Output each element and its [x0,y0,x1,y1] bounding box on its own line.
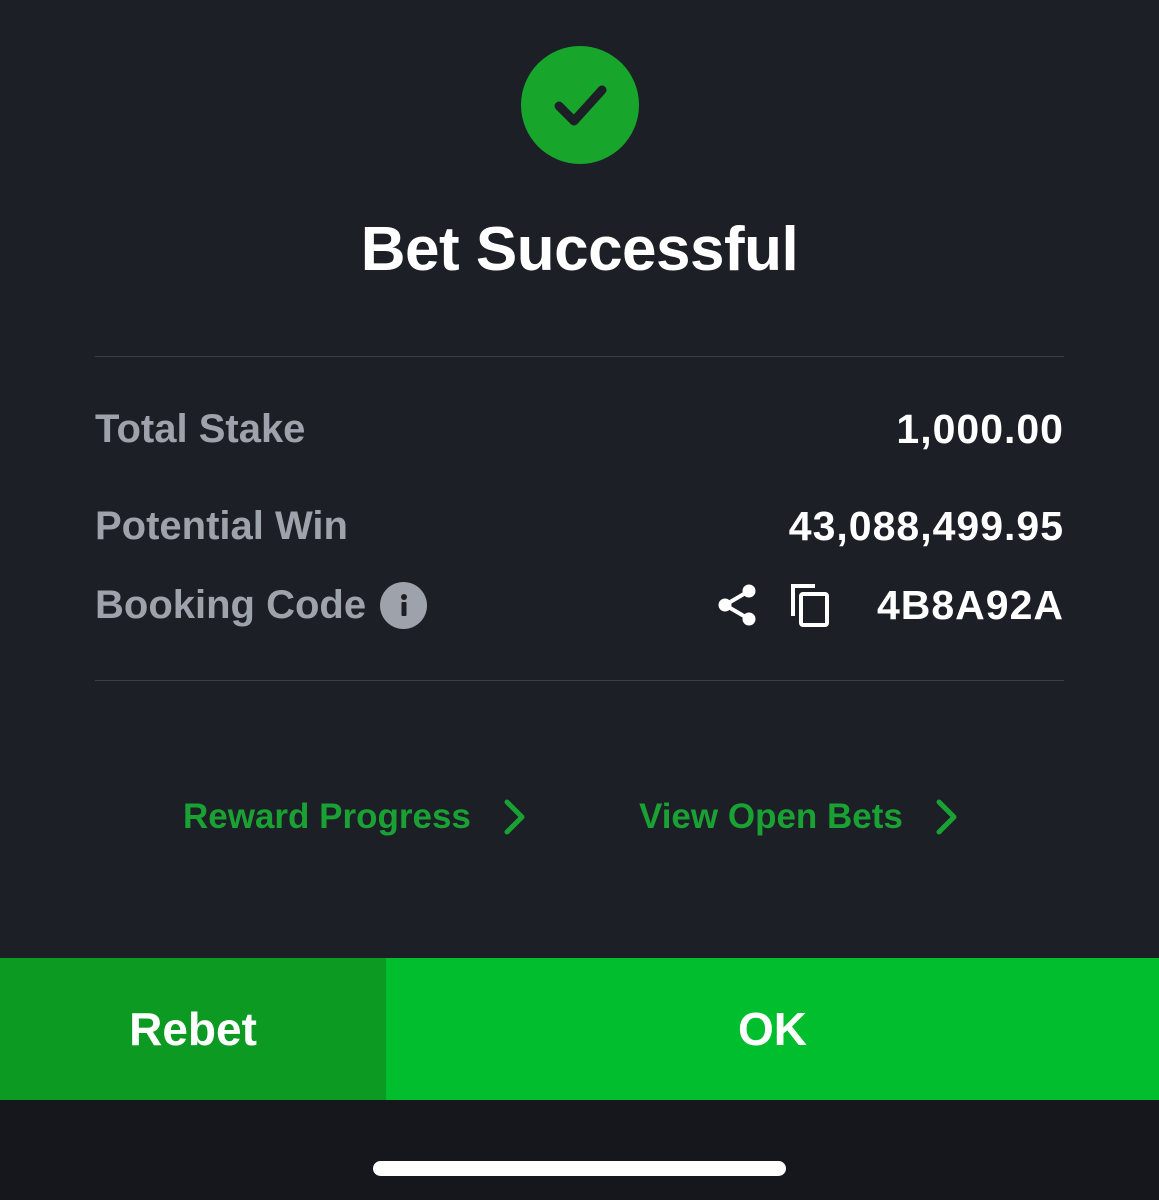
potential-win-label: Potential Win [95,503,348,548]
booking-code-row: Booking Code 4B8A92A [95,580,1064,630]
divider [95,356,1064,357]
divider [95,680,1064,681]
booking-code-label: Booking Code [95,582,367,627]
total-stake-label: Total Stake [95,406,306,451]
chevron-right-icon [504,799,525,835]
bottom-safe-area [0,1100,1159,1200]
potential-win-value: 43,088,499.95 [788,502,1064,549]
copy-icon[interactable] [789,582,831,628]
info-glyph-icon [400,594,407,616]
chevron-right-icon [936,799,957,835]
booking-code-actions: 4B8A92A [715,582,1064,629]
booking-code-label-group: Booking Code [95,581,428,629]
rebet-button[interactable]: Rebet [0,958,386,1100]
view-open-bets-link[interactable]: View Open Bets [639,792,959,842]
checkmark-icon [554,85,607,126]
total-stake-row: Total Stake 1,000.00 [95,404,1064,454]
view-open-bets-label: View Open Bets [639,797,903,836]
action-button-bar: Rebet OK [0,958,1159,1100]
info-icon[interactable] [380,581,428,629]
booking-code-value: 4B8A92A [876,581,1064,628]
reward-progress-link[interactable]: Reward Progress [183,792,527,842]
reward-progress-label: Reward Progress [183,797,471,836]
bet-success-screen: Bet Successful Total Stake 1,000.00 Pote… [0,0,1159,1200]
share-icon[interactable] [715,582,759,628]
check-circle-icon [521,46,639,164]
home-indicator[interactable] [373,1161,786,1176]
ok-button[interactable]: OK [386,958,1159,1100]
page-title: Bet Successful [360,215,799,284]
potential-win-row: Potential Win 43,088,499.95 [95,501,1064,551]
total-stake-value: 1,000.00 [896,405,1064,452]
